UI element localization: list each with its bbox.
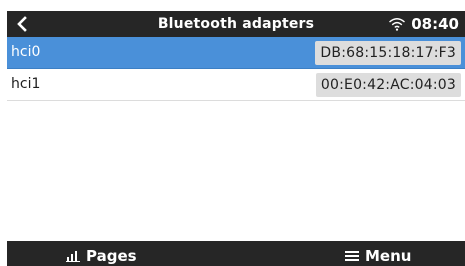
menu-label: Menu [365, 247, 412, 265]
footer-bar: Pages Menu [7, 241, 465, 266]
adapter-row-hci1[interactable]: hci1 00:E0:42:AC:04:03 [7, 69, 465, 101]
adapter-name: hci0 [11, 44, 41, 60]
bar-chart-icon [66, 251, 80, 262]
adapter-list: hci0 DB:68:15:18:17:F3 hci1 00:E0:42:AC:… [7, 37, 465, 101]
screen: Bluetooth adapters 08:40 hci0 DB:68:15:1… [7, 11, 465, 266]
header-bar: Bluetooth adapters 08:40 [7, 11, 465, 37]
pages-label: Pages [86, 247, 137, 265]
pages-button[interactable]: Pages [66, 241, 137, 266]
adapter-address: DB:68:15:18:17:F3 [315, 41, 461, 65]
wifi-icon [388, 17, 406, 31]
status-area: 08:40 [388, 11, 459, 37]
menu-button[interactable]: Menu [345, 241, 411, 266]
adapter-name: hci1 [11, 76, 41, 92]
clock: 08:40 [411, 15, 459, 33]
adapter-row-hci0[interactable]: hci0 DB:68:15:18:17:F3 [7, 37, 465, 69]
hamburger-menu-icon [345, 251, 359, 261]
adapter-address: 00:E0:42:AC:04:03 [315, 73, 461, 97]
